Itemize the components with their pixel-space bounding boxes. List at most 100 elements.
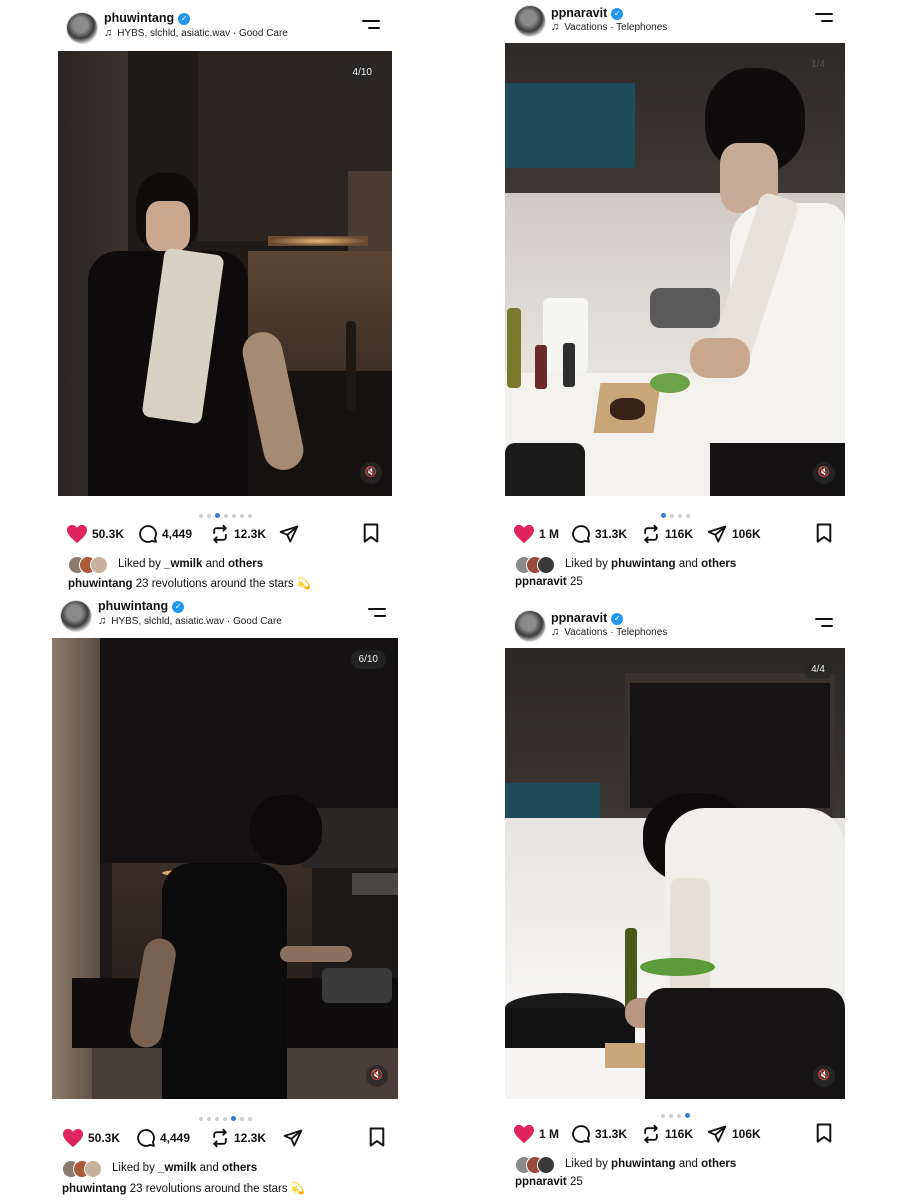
music-info[interactable]: ♫ HYBS, slchld, asiatic.wav · Good Care [104, 27, 288, 39]
liker-username[interactable]: phuwintang [611, 558, 676, 570]
menu-icon[interactable] [813, 616, 833, 630]
carousel-dot [206, 513, 211, 518]
liker-avatars[interactable] [515, 1156, 563, 1174]
like-button[interactable]: 50.3K [62, 1126, 120, 1150]
repost-icon [644, 1124, 658, 1144]
repost-button[interactable]: 116K [641, 1122, 693, 1146]
bookmark-icon[interactable] [368, 1127, 386, 1150]
slide-counter: 4/10 [344, 63, 380, 82]
mute-icon[interactable]: 🔇 [813, 462, 835, 484]
carousel-dot [206, 1116, 211, 1121]
menu-icon[interactable] [813, 11, 833, 25]
comment-button[interactable]: 31.3K [571, 522, 627, 546]
carousel-dot [239, 1116, 244, 1121]
avatar[interactable] [60, 600, 92, 632]
repost-count: 116K [665, 1127, 694, 1141]
bookmark-icon[interactable] [362, 523, 380, 546]
carousel-dot [669, 513, 674, 518]
comment-button[interactable]: 4,449 [138, 522, 192, 546]
carousel-dots [52, 1110, 398, 1122]
menu-icon[interactable] [360, 18, 380, 32]
carousel-dot [214, 1116, 219, 1121]
liker-username[interactable]: _wmilk [164, 558, 202, 570]
menu-icon[interactable] [366, 606, 386, 620]
repost-button[interactable]: 116K [641, 522, 693, 546]
post-phuwintang-1: phuwintang ✓ ♫ HYBS, slchld, asiatic.wav ·… [58, 4, 392, 594]
post-photo[interactable]: 6/10 🔇 [52, 638, 398, 1099]
liker-username[interactable]: phuwintang [611, 1158, 676, 1170]
like-button[interactable]: 1 M [513, 522, 559, 546]
liked-others-link[interactable]: others [222, 1162, 257, 1174]
avatar[interactable] [514, 5, 546, 37]
caption-username[interactable]: phuwintang [68, 578, 133, 590]
avatar[interactable] [66, 12, 98, 44]
caption: phuwintang 23 revolutions around the sta… [68, 576, 311, 590]
comment-button[interactable]: 31.3K [571, 1122, 627, 1146]
liker-avatars[interactable] [62, 1160, 110, 1178]
username[interactable]: phuwintang ✓ [104, 11, 191, 25]
carousel-dots [505, 1107, 845, 1119]
carousel-dot [239, 513, 244, 518]
share-button[interactable] [282, 1126, 308, 1150]
comment-button[interactable]: 4,449 [136, 1126, 190, 1150]
username[interactable]: phuwintang ✓ [98, 599, 185, 613]
liker-avatars[interactable] [68, 556, 116, 574]
share-button[interactable]: 106K [706, 1122, 761, 1146]
caption-text: 23 revolutions around the stars 💫 [129, 1183, 306, 1195]
liked-others-link[interactable]: others [701, 1158, 736, 1170]
truncated-comment: … [515, 1194, 525, 1200]
comment-count: 4,449 [162, 527, 193, 541]
music-note-icon: ♫ [551, 21, 560, 33]
share-icon [283, 1129, 303, 1147]
carousel-dot [676, 1113, 681, 1118]
bookmark-icon[interactable] [815, 1123, 833, 1146]
share-icon [707, 1125, 727, 1143]
caption-username[interactable]: ppnaravit [515, 576, 567, 588]
post-photo[interactable]: 1/4 🔇 [505, 43, 845, 496]
share-icon [707, 525, 727, 543]
liked-by-row: Liked by phuwintang and others [515, 1156, 736, 1174]
liked-others-link[interactable]: others [701, 558, 736, 570]
action-bar: 50.3K 4,449 12.3K [60, 1126, 390, 1150]
carousel-dot [685, 513, 690, 518]
music-label: Vacations · Telephones [564, 627, 668, 638]
repost-button[interactable]: 12.3K [210, 522, 266, 546]
repost-icon [644, 524, 658, 544]
mute-icon[interactable]: 🔇 [366, 1065, 388, 1087]
slide-counter: 6/10 [350, 650, 386, 669]
caption-username[interactable]: phuwintang [62, 1183, 127, 1195]
carousel-dots [505, 507, 845, 519]
share-button[interactable]: 106K [706, 522, 761, 546]
liked-by-label: Liked by [565, 1158, 608, 1171]
music-info[interactable]: ♫ Vacations · Telephones [551, 626, 667, 638]
carousel-dot [230, 1116, 236, 1122]
mute-icon[interactable]: 🔇 [813, 1065, 835, 1087]
music-info[interactable]: ♫ HYBS, slchld, asiatic.wav · Good Care [98, 615, 282, 627]
repost-button[interactable]: 12.3K [210, 1126, 266, 1150]
music-info[interactable]: ♫ Vacations · Telephones [551, 21, 667, 33]
caption: ppnaravit 25 [515, 576, 583, 588]
caption-username[interactable]: ppnaravit [515, 1176, 567, 1188]
avatar[interactable] [514, 610, 546, 642]
heart-icon [514, 524, 534, 544]
post-photo[interactable]: 4/4 🔇 [505, 648, 845, 1099]
like-button[interactable]: 1 M [513, 1122, 559, 1146]
liker-username[interactable]: _wmilk [158, 1162, 196, 1174]
caption: ppnaravit 25 [515, 1176, 583, 1188]
username[interactable]: ppnaravit ✓ [551, 611, 624, 625]
and-label: and [199, 1162, 219, 1175]
post-ppnaravit-2: ppnaravit ✓ ♫ Vacations · Telephones 4/4 🔇 [505, 603, 845, 1200]
share-button[interactable] [278, 522, 304, 546]
bookmark-icon[interactable] [815, 523, 833, 546]
username[interactable]: ppnaravit ✓ [551, 6, 624, 20]
like-count: 50.3K [92, 527, 125, 541]
liker-avatars[interactable] [515, 556, 563, 574]
liked-others-link[interactable]: others [228, 558, 263, 570]
and-label: and [678, 558, 698, 571]
like-button[interactable]: 50.3K [66, 522, 124, 546]
truncated-comment: … [515, 594, 525, 600]
mute-icon[interactable]: 🔇 [360, 462, 382, 484]
comment-count: 31.3K [595, 527, 628, 541]
post-photo[interactable]: 4/10 🔇 [58, 51, 392, 496]
action-bar: 1 M 31.3K 116K 106K [513, 522, 837, 546]
